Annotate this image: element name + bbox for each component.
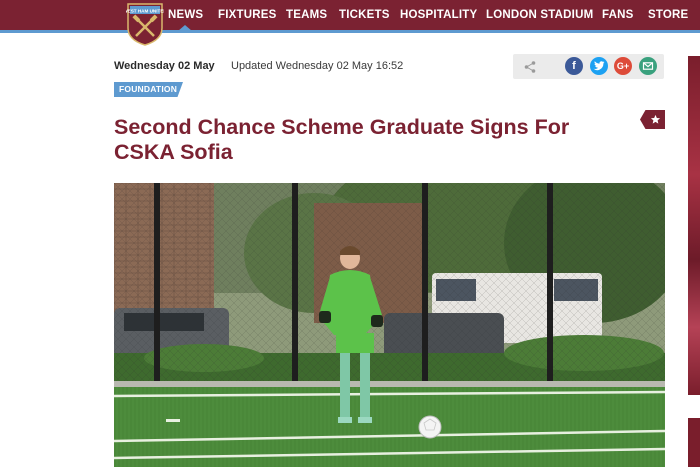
favourite-button[interactable] [640, 110, 665, 129]
google-plus-icon[interactable]: G+ [614, 57, 632, 75]
nav-item-fixtures[interactable]: FIXTURES [218, 0, 276, 30]
top-navigation-bar: NEWS FIXTURES TEAMS TICKETS HOSPITALITY … [0, 0, 700, 33]
star-icon [650, 114, 661, 124]
article-title: Second Chance Scheme Graduate Signs For … [114, 115, 570, 164]
article-date: Wednesday 02 May [114, 60, 215, 72]
facebook-icon[interactable]: f [565, 57, 583, 75]
sidebar-promo-image[interactable] [688, 56, 700, 395]
twitter-icon[interactable] [590, 57, 608, 75]
email-icon[interactable] [639, 57, 657, 75]
nav-item-hospitality[interactable]: HOSPITALITY [400, 0, 477, 30]
nav-item-teams[interactable]: TEAMS [286, 0, 327, 30]
nav-item-store[interactable]: STORE [648, 0, 688, 30]
category-tag[interactable]: FOUNDATION [114, 82, 183, 97]
article-updated-time: Updated Wednesday 02 May 16:52 [231, 60, 404, 72]
club-crest-logo[interactable]: WEST HAM UNITED [126, 2, 164, 46]
nav-item-london-stadium[interactable]: LONDON STADIUM [486, 0, 593, 30]
sidebar-promo-image-2[interactable] [688, 418, 700, 467]
nav-item-fans[interactable]: FANS [602, 0, 633, 30]
active-nav-indicator [178, 25, 192, 31]
share-icon[interactable] [515, 56, 545, 77]
article-hero-image[interactable] [114, 183, 665, 467]
nav-item-tickets[interactable]: TICKETS [339, 0, 390, 30]
crest-text: WEST HAM UNITED [126, 8, 164, 13]
